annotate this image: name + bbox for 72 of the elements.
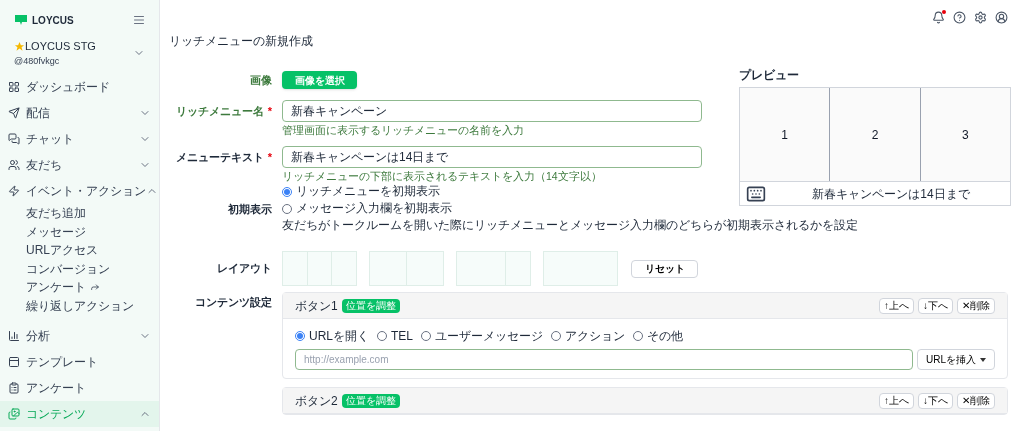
sidebar-subitem[interactable]: アンケート: [26, 278, 86, 297]
action-option: その他: [647, 327, 684, 345]
sidebar-item[interactable]: 配信: [0, 100, 159, 126]
move-up-button[interactable]: ↑上へ: [879, 392, 914, 409]
star-icon: [14, 40, 25, 52]
reset-button[interactable]: リセット: [631, 259, 698, 278]
chat-bubble-logo-icon: [14, 14, 28, 26]
sidebar-item[interactable]: アンケート: [0, 375, 159, 401]
field-label: リッチメニュー名: [175, 104, 264, 117]
radio-button[interactable]: [295, 331, 305, 341]
sidebar-subitem[interactable]: コンバージョン: [26, 259, 110, 278]
sidebar-subitem[interactable]: URLアクセス: [26, 241, 98, 260]
help-icon[interactable]: [953, 11, 966, 24]
notification-bell-icon[interactable]: [932, 11, 945, 24]
sidebar-item[interactable]: チャット: [0, 126, 159, 152]
move-down-button[interactable]: ↓下へ: [918, 297, 953, 314]
clipboard-icon: [8, 382, 20, 394]
chat-icon: [8, 133, 20, 145]
field-label: コンテンツ設定: [195, 296, 272, 308]
delete-button[interactable]: ✕削除: [957, 392, 995, 409]
brand-name: LOYCUS: [32, 13, 74, 28]
account-id: @480fvkgc: [14, 54, 61, 68]
images-icon: [8, 408, 20, 420]
preview-area-number: 2: [871, 126, 879, 144]
required-asterisk: *: [267, 150, 272, 163]
display-option: メッセージ入力欄を初期表示: [296, 201, 452, 216]
collapse-menu-icon[interactable]: [133, 14, 145, 26]
bar-chart-icon: [8, 330, 20, 342]
settings-icon[interactable]: [974, 11, 987, 24]
action-option: TEL: [391, 327, 414, 345]
card-title: ボタン2: [295, 392, 338, 410]
sidebar-subitem[interactable]: メッセージ: [26, 222, 86, 241]
display-option: リッチメニューを初期表示: [296, 184, 440, 199]
people-icon: [8, 159, 20, 171]
sidebar-item[interactable]: 分析: [0, 323, 159, 349]
card-title: ボタン1: [295, 297, 338, 315]
user-account-icon[interactable]: [995, 11, 1008, 24]
help-text: 友だちがトークルームを開いた際にリッチメニューとメッセージ入力欄のどちらが初期表示されるかを設定: [282, 218, 858, 233]
url-input-field[interactable]: http://example.com: [295, 349, 913, 370]
action-option: URLを開く: [309, 327, 369, 345]
help-text: リッチメニューの下部に表示されるテキストを入力（14文字以）: [282, 170, 603, 182]
action-option: ユーザーメッセージ: [435, 327, 544, 345]
page-title: リッチメニューの新規作成: [168, 33, 314, 50]
preview-menu-text: 新春キャンペーンは14日まで: [811, 185, 971, 203]
help-text: 管理画面に表示するリッチメニューの名前を入力: [282, 124, 525, 136]
paper-plane-icon: [8, 107, 20, 119]
sidebar-subitem[interactable]: 繰り返しアクション: [26, 296, 134, 315]
sidebar-item[interactable]: テンプレート: [0, 349, 159, 375]
sidebar-item[interactable]: ダッシュボード: [0, 74, 159, 100]
account-name: LOYCUS STG: [25, 39, 96, 54]
action-option: アクション: [565, 327, 626, 345]
sidebar-subitem[interactable]: 友だち追加: [26, 204, 86, 223]
required-asterisk: *: [267, 104, 272, 117]
sidebar-item[interactable]: イベント・アクション: [0, 178, 159, 204]
preview-area-number: 3: [961, 126, 969, 144]
sidebar-item[interactable]: 友だち: [0, 152, 159, 178]
lightning-icon: [8, 185, 20, 197]
move-up-button[interactable]: ↑上へ: [879, 297, 914, 314]
field-label: メニューテキスト: [175, 150, 264, 163]
caret-icon: [980, 357, 986, 362]
field-label: 初期表示: [228, 203, 272, 215]
preview-title: プレビュー: [739, 67, 800, 84]
delete-button[interactable]: ✕削除: [957, 297, 995, 314]
field-label: 画像: [249, 72, 273, 88]
text-input-field[interactable]: 新春キャンペーン: [282, 100, 702, 122]
insert-url-button[interactable]: URLを挿入: [917, 349, 995, 370]
move-down-button[interactable]: ↓下へ: [918, 392, 953, 409]
field-label: レイアウト: [216, 261, 273, 277]
grid-icon: [8, 81, 20, 93]
preview-area-number: 1: [781, 126, 788, 144]
template-icon: [8, 356, 20, 368]
text-input-field[interactable]: 新春キャンペーンは14日まで: [282, 146, 702, 168]
